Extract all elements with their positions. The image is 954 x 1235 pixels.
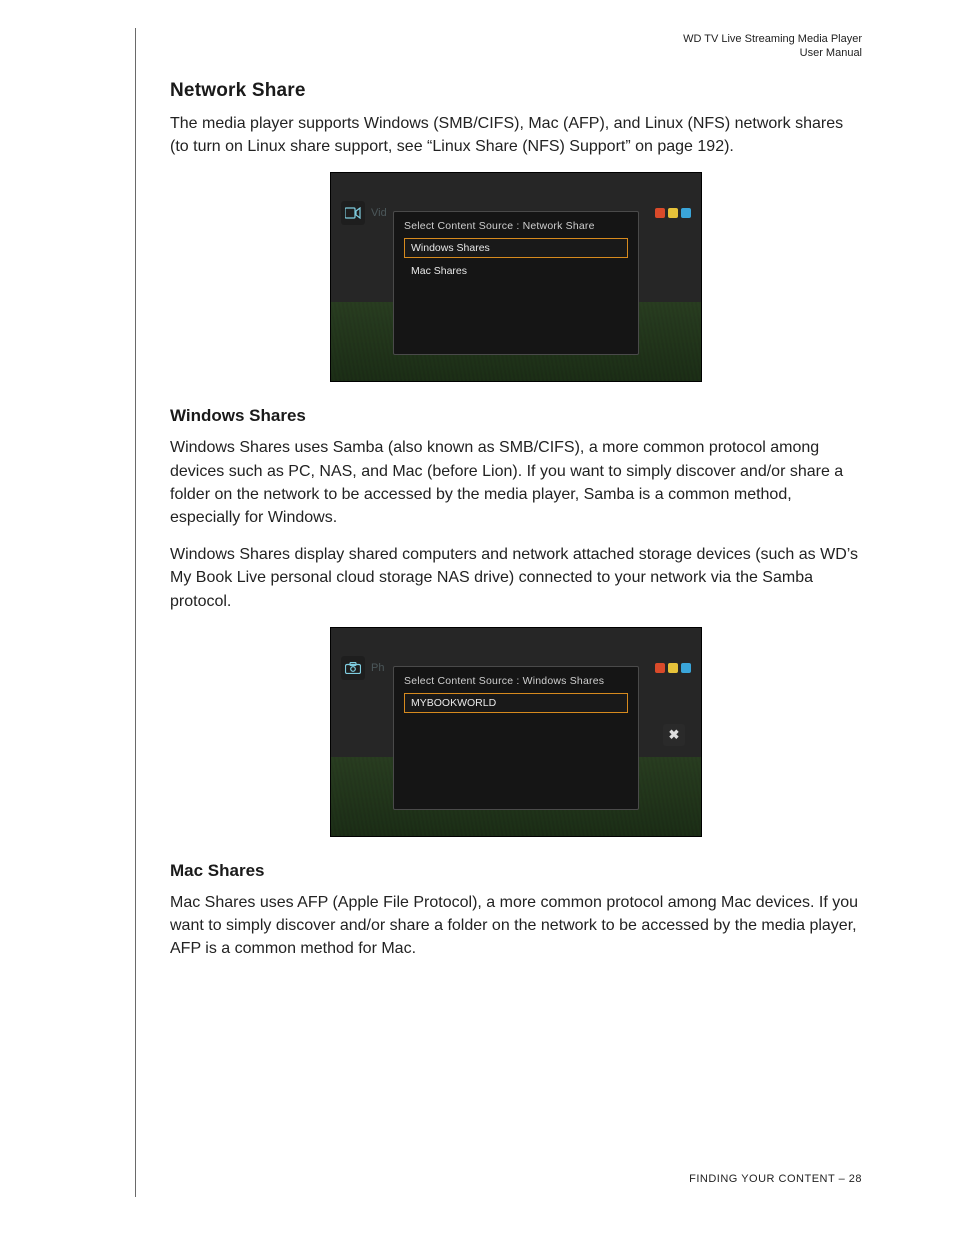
- dot: [681, 208, 691, 218]
- footer-page: 28: [849, 1173, 862, 1185]
- figure-1-wrap: Vid Select Content Source : Network Shar…: [170, 172, 862, 382]
- para-windows-shares-1: Windows Shares uses Samba (also known as…: [170, 436, 862, 529]
- figure-2-screen: Ph Select Content Source : Windows Share…: [330, 627, 702, 837]
- figure-1-screen: Vid Select Content Source : Network Shar…: [330, 172, 702, 382]
- running-header: WD TV Live Streaming Media Player User M…: [683, 32, 862, 61]
- page: WD TV Live Streaming Media Player User M…: [0, 0, 954, 1235]
- footer: FINDING YOUR CONTENT – 28: [689, 1173, 862, 1185]
- dot: [681, 663, 691, 673]
- heading-windows-shares: Windows Shares: [170, 406, 862, 426]
- figure-1-side-label: Vid: [371, 207, 387, 219]
- para-network-share-1: The media player supports Windows (SMB/C…: [170, 112, 862, 158]
- dot: [655, 208, 665, 218]
- figure-2-item-0[interactable]: MYBOOKWORLD: [404, 693, 628, 713]
- video-icon: [341, 201, 365, 225]
- dot: [668, 663, 678, 673]
- figure-2-top-dots: [655, 663, 691, 673]
- heading-mac-shares: Mac Shares: [170, 861, 862, 881]
- figure-2-side-label: Ph: [371, 662, 384, 674]
- header-doc-type: User Manual: [683, 46, 862, 60]
- figure-1-dialog-title: Select Content Source : Network Share: [404, 220, 628, 232]
- figure-2-dialog: Select Content Source : Windows Shares M…: [393, 666, 639, 810]
- close-icon[interactable]: ✖: [663, 724, 685, 746]
- dot: [655, 663, 665, 673]
- header-product: WD TV Live Streaming Media Player: [683, 32, 862, 46]
- figure-1-item-1[interactable]: Mac Shares: [404, 261, 628, 281]
- photo-icon: [341, 656, 365, 680]
- figure-1-top-dots: [655, 208, 691, 218]
- figure-1-dialog: Select Content Source : Network Share Wi…: [393, 211, 639, 355]
- para-windows-shares-2: Windows Shares display shared computers …: [170, 543, 862, 613]
- footer-sep: –: [835, 1173, 849, 1185]
- heading-network-share: Network Share: [170, 80, 862, 102]
- para-mac-shares-1: Mac Shares uses AFP (Apple File Protocol…: [170, 891, 862, 961]
- dot: [668, 208, 678, 218]
- content: Network Share The media player supports …: [170, 80, 862, 974]
- figure-1-item-0[interactable]: Windows Shares: [404, 238, 628, 258]
- footer-section: FINDING YOUR CONTENT: [689, 1173, 835, 1185]
- figure-2-dialog-title: Select Content Source : Windows Shares: [404, 675, 628, 687]
- side-rule: [135, 28, 136, 1197]
- figure-2-wrap: Ph Select Content Source : Windows Share…: [170, 627, 862, 837]
